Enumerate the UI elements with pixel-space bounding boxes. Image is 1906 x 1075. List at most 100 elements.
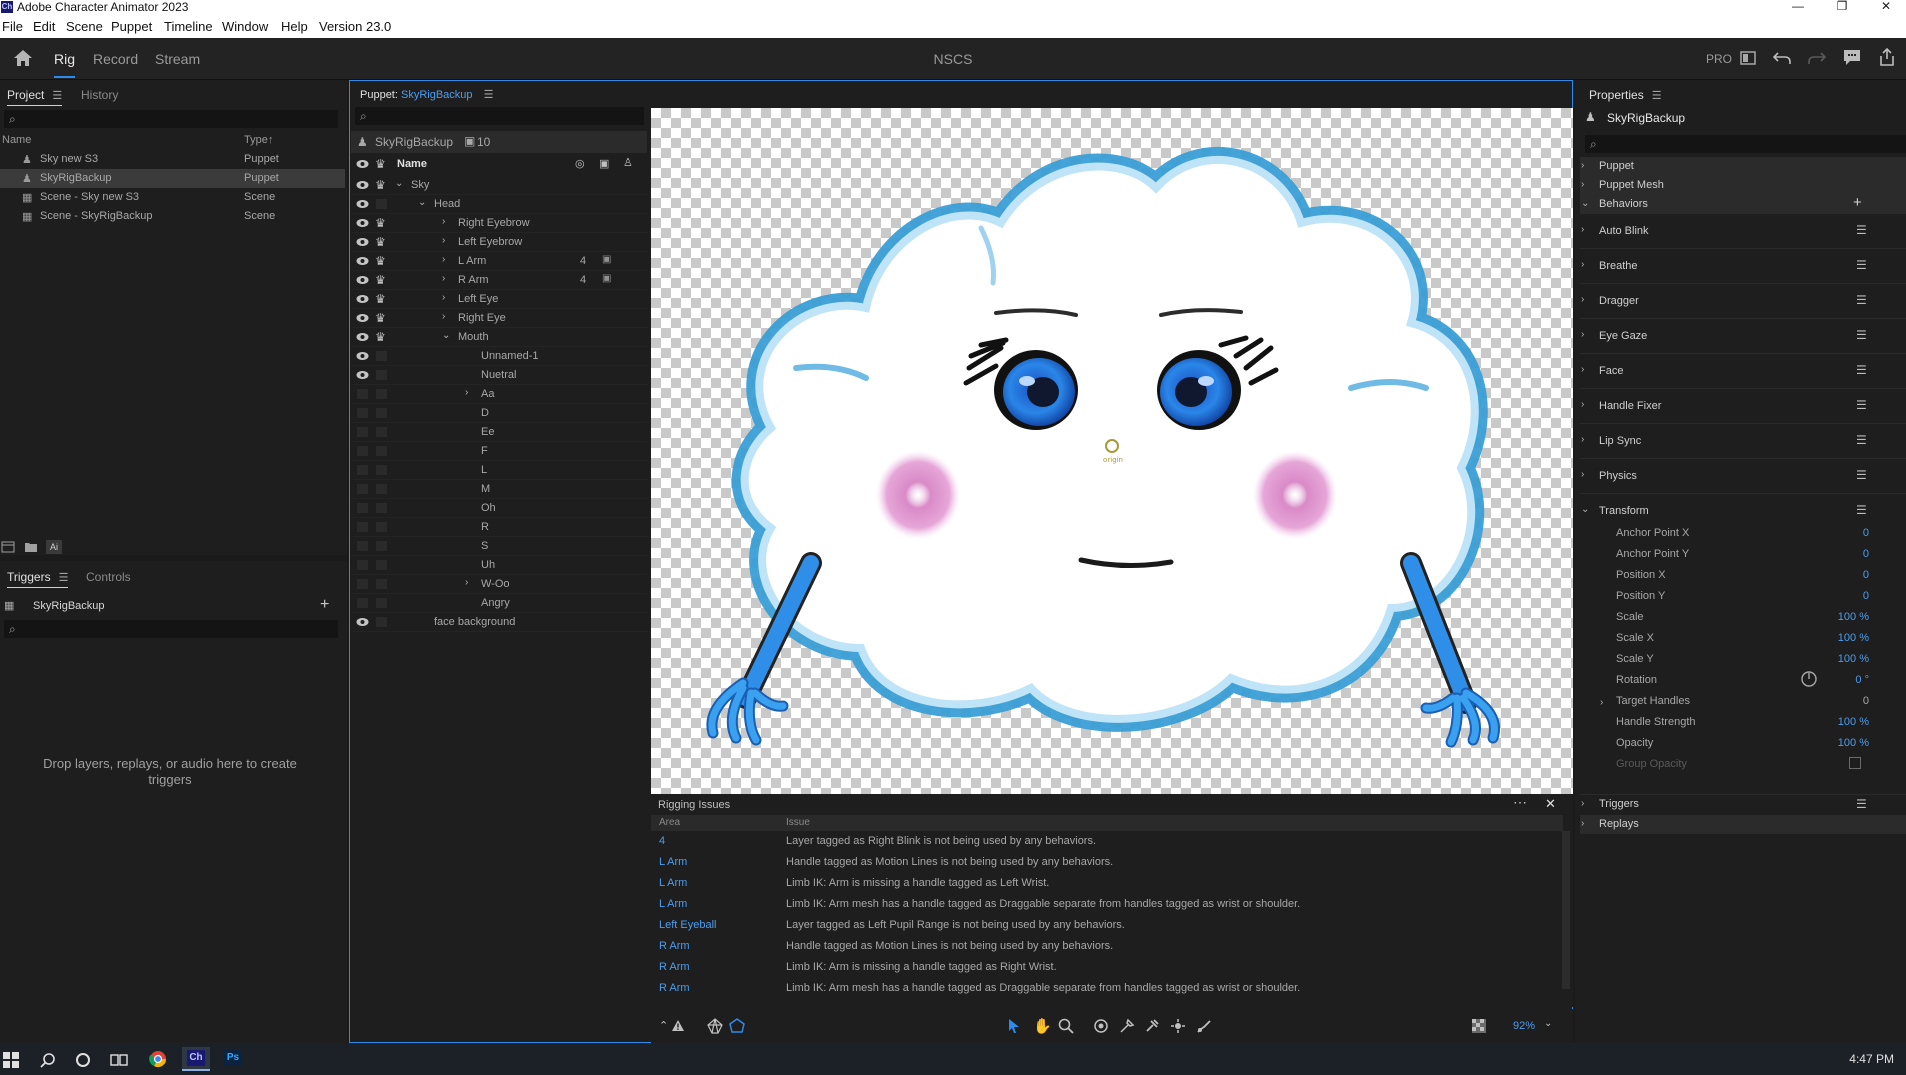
behavior-row[interactable]: › Auto Blink ☰: [1580, 214, 1906, 249]
layer-row[interactable]: S: [351, 537, 647, 556]
layer-row[interactable]: Ee: [351, 423, 647, 442]
param-value[interactable]: 0: [1863, 569, 1869, 581]
properties-menu-icon[interactable]: ☰: [1652, 89, 1662, 102]
layer-row[interactable]: ♛ › Right Eye: [351, 309, 647, 328]
puppet-panel-menu-icon[interactable]: ☰: [484, 88, 494, 101]
visibility-eye-icon[interactable]: [356, 351, 369, 361]
menu-file[interactable]: File: [2, 19, 23, 34]
visibility-eye-icon[interactable]: [356, 313, 369, 323]
chevron-right-icon[interactable]: ›: [1581, 469, 1584, 480]
issue-row[interactable]: Left Eyeball Layer tagged as Left Pupil R…: [651, 915, 1563, 936]
folder-icon[interactable]: [24, 541, 38, 553]
photoshop-icon[interactable]: Ps: [224, 1050, 242, 1066]
new-scene-icon[interactable]: [1, 541, 15, 553]
menu-puppet[interactable]: Puppet: [111, 19, 152, 34]
independent-crown-icon[interactable]: ♛: [375, 235, 389, 249]
issue-area-link[interactable]: Left Eyeball: [659, 919, 716, 931]
add-behavior-button[interactable]: +: [1853, 194, 1862, 211]
workspace-layout-icon[interactable]: [1740, 51, 1756, 65]
issue-row[interactable]: 4 Layer tagged as Right Blink is not bein…: [651, 831, 1563, 852]
behavior-menu-icon[interactable]: ☰: [1856, 468, 1867, 482]
project-menu-icon[interactable]: ☰: [52, 89, 62, 102]
section-triggers[interactable]: › Triggers ☰: [1580, 794, 1906, 813]
chevron-right-icon[interactable]: ›: [1581, 364, 1584, 375]
issue-row[interactable]: R Arm Handle tagged as Motion Lines is no…: [651, 936, 1563, 957]
column-name[interactable]: Name: [2, 134, 31, 146]
project-item[interactable]: ▦ Scene - SkyRigBackup Scene: [0, 207, 345, 226]
layer-row[interactable]: R: [351, 518, 647, 537]
param-value[interactable]: 0: [1863, 548, 1869, 560]
param-value[interactable]: 100 %: [1838, 653, 1869, 665]
redo-icon[interactable]: [1808, 50, 1826, 66]
layer-row[interactable]: Oh: [351, 499, 647, 518]
chevron-right-icon[interactable]: ›: [1581, 329, 1584, 340]
independent-crown-icon[interactable]: ♛: [375, 273, 389, 287]
layer-row[interactable]: ♛ › R Arm 4 ▣: [351, 271, 647, 290]
visibility-toggle[interactable]: [357, 560, 368, 570]
layer-row[interactable]: M: [351, 480, 647, 499]
independent-toggle[interactable]: [376, 522, 387, 532]
issue-area-link[interactable]: R Arm: [659, 982, 690, 994]
visibility-toggle[interactable]: [357, 446, 368, 456]
behavior-menu-icon[interactable]: ☰: [1856, 328, 1867, 342]
chevron-right-icon[interactable]: ›: [465, 577, 468, 588]
independent-crown-icon[interactable]: ♛: [375, 216, 389, 230]
search-icon[interactable]: [40, 1052, 56, 1068]
param-value[interactable]: 0: [1863, 590, 1869, 602]
behavior-menu-icon[interactable]: ☰: [1856, 503, 1867, 517]
illustrator-import-icon[interactable]: Ai: [46, 540, 62, 554]
visibility-eye-icon[interactable]: [356, 180, 369, 190]
restore-button[interactable]: ❐: [1822, 0, 1862, 14]
menu-timeline[interactable]: Timeline: [164, 19, 213, 34]
visibility-eye-icon[interactable]: [356, 275, 369, 285]
project-item[interactable]: ▦ Scene - Sky new S3 Scene: [0, 188, 345, 207]
chevron-right-icon[interactable]: ›: [442, 235, 445, 246]
visibility-toggle[interactable]: [357, 408, 368, 418]
section-replays[interactable]: › Replays: [1580, 815, 1906, 834]
share-icon[interactable]: [1878, 48, 1896, 66]
section-puppet[interactable]: › Puppet: [1580, 157, 1906, 176]
tab-history[interactable]: History: [81, 88, 118, 102]
stick-tool-icon[interactable]: [1144, 1018, 1160, 1034]
layer-search-input[interactable]: ⌕: [355, 107, 644, 125]
independent-toggle[interactable]: [376, 351, 387, 361]
layer-row[interactable]: ♛ › Left Eyebrow: [351, 233, 647, 252]
draggable-tool-icon[interactable]: [1196, 1018, 1212, 1034]
behavior-menu-icon[interactable]: ☰: [1856, 433, 1867, 447]
behavior-menu-icon[interactable]: ☰: [1856, 223, 1867, 237]
layer-row[interactable]: › Aa: [351, 385, 647, 404]
layer-row[interactable]: L: [351, 461, 647, 480]
chevron-right-icon[interactable]: ›: [442, 216, 445, 227]
independent-toggle[interactable]: [376, 579, 387, 589]
visibility-eye-icon[interactable]: [356, 370, 369, 380]
properties-search-input[interactable]: ⌕: [1585, 135, 1906, 153]
cortana-icon[interactable]: [75, 1052, 91, 1068]
close-issues-button[interactable]: ✕: [1545, 796, 1556, 812]
outline-toggle-icon[interactable]: [729, 1018, 745, 1034]
layer-row[interactable]: ⌄ Head: [351, 195, 647, 214]
issue-row[interactable]: R Arm Limb IK: Arm mesh has a handle tagg…: [651, 978, 1563, 999]
independent-crown-icon[interactable]: ♛: [375, 292, 389, 306]
chevron-right-icon[interactable]: ›: [442, 311, 445, 322]
independent-toggle[interactable]: [376, 465, 387, 475]
chevron-right-icon[interactable]: ›: [442, 292, 445, 303]
triggers-menu-icon[interactable]: ☰: [59, 571, 69, 584]
section-puppet-mesh[interactable]: › Puppet Mesh: [1580, 176, 1906, 195]
independent-crown-icon[interactable]: ♛: [375, 254, 389, 268]
independent-toggle[interactable]: [376, 598, 387, 608]
windows-start-icon[interactable]: [3, 1052, 19, 1068]
behavior-row[interactable]: › Dragger ☰: [1580, 284, 1906, 319]
chevron-down-icon[interactable]: ⌄: [395, 178, 403, 189]
warning-icon[interactable]: [671, 1019, 685, 1032]
more-options-icon[interactable]: ⋯: [1513, 794, 1527, 811]
character-animator-taskbar-item[interactable]: Ch: [182, 1047, 210, 1071]
behavior-menu-icon[interactable]: ☰: [1856, 398, 1867, 412]
visibility-toggle[interactable]: [357, 465, 368, 475]
issues-scrollbar[interactable]: [1562, 831, 1570, 989]
menu-help[interactable]: Help: [281, 19, 308, 34]
visibility-eye-icon[interactable]: [356, 617, 369, 627]
layer-row[interactable]: ♛ › Right Eyebrow: [351, 214, 647, 233]
origin-tool-icon[interactable]: [1093, 1018, 1109, 1034]
project-item[interactable]: ♟ SkyRigBackup Puppet: [0, 169, 345, 188]
mesh-toggle-icon[interactable]: [707, 1018, 723, 1034]
